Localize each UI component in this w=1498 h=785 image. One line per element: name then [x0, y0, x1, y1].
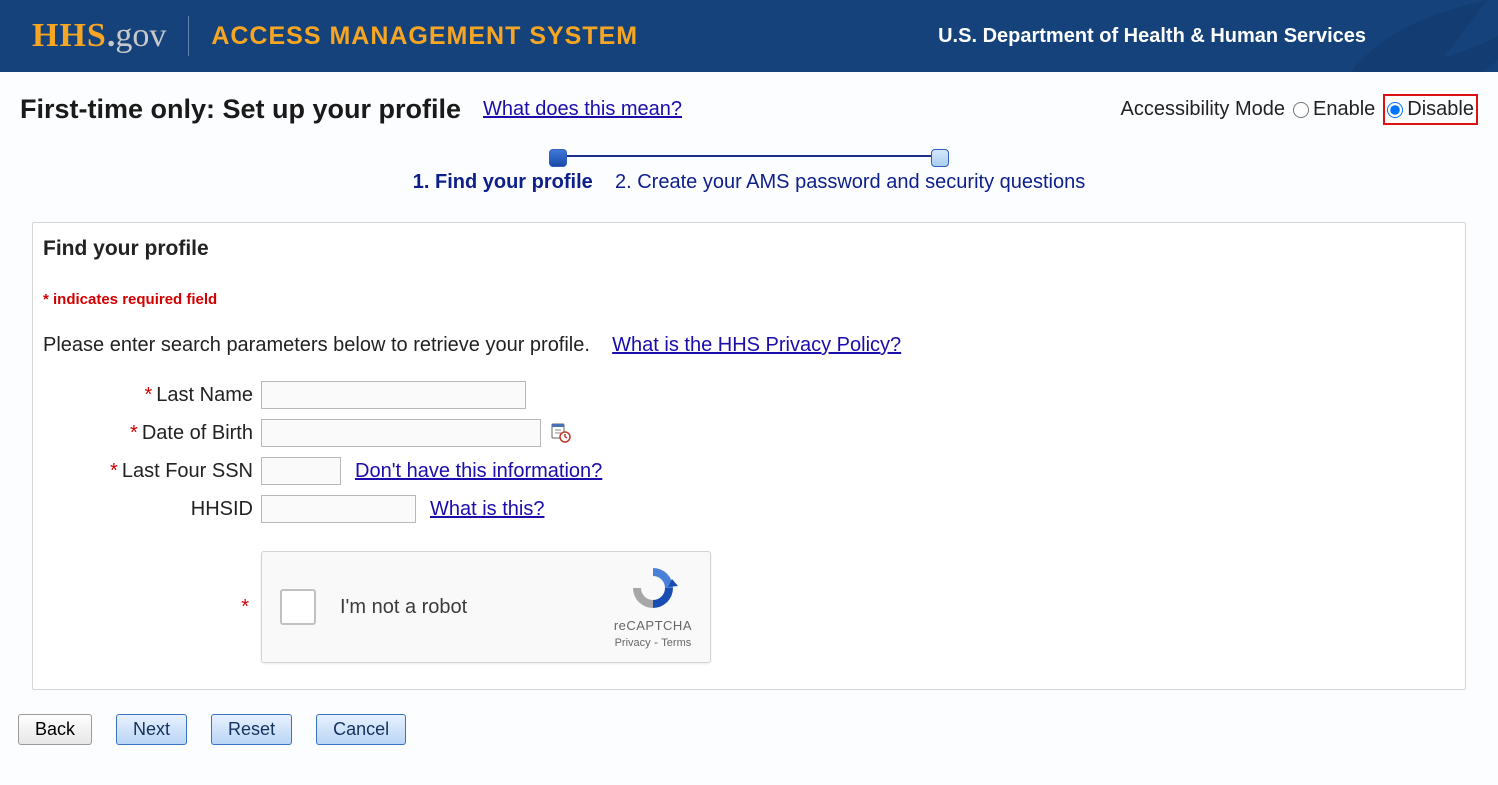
- progress-step-1-label: 1. Find your profile: [413, 171, 593, 193]
- recaptcha-sep: -: [651, 635, 662, 649]
- progress-step-2-node: [931, 149, 949, 167]
- dob-row: *Date of Birth: [51, 419, 1455, 447]
- dob-input[interactable]: [261, 419, 541, 447]
- accessibility-disable-radio[interactable]: [1387, 102, 1403, 118]
- reset-button[interactable]: Reset: [211, 714, 292, 745]
- cancel-button[interactable]: Cancel: [316, 714, 406, 745]
- header-separator: [188, 16, 189, 56]
- hhsid-input[interactable]: [261, 495, 416, 523]
- logo-dot: .: [107, 17, 116, 55]
- recaptcha-checkbox[interactable]: [280, 589, 316, 625]
- last-name-label: Last Name: [156, 384, 253, 406]
- next-button[interactable]: Next: [116, 714, 187, 745]
- calendar-icon[interactable]: [551, 423, 571, 443]
- logo-gov: gov: [115, 17, 166, 55]
- recaptcha-terms-link[interactable]: Terms: [661, 637, 691, 649]
- header-eagle-art: [1328, 0, 1498, 72]
- hhsid-label: HHSID: [191, 498, 253, 520]
- ssn-input[interactable]: [261, 457, 341, 485]
- required-star-icon: *: [241, 596, 249, 618]
- required-star-icon: *: [144, 384, 152, 406]
- accessibility-enable-option[interactable]: Enable: [1291, 96, 1377, 123]
- ssn-label-wrap: *Last Four SSN: [51, 460, 261, 483]
- recaptcha-label: I'm not a robot: [340, 596, 614, 619]
- accessibility-disable-text: Disable: [1407, 98, 1474, 121]
- recaptcha-badge: reCAPTCHA Privacy - Terms: [614, 565, 692, 649]
- hhsid-row: HHSID What is this?: [51, 495, 1455, 523]
- department-name: U.S. Department of Health & Human Servic…: [938, 25, 1366, 48]
- ssn-label: Last Four SSN: [122, 460, 253, 482]
- progress-tracker: 1. Find your profile 2. Create your AMS …: [0, 149, 1498, 194]
- accessibility-enable-text: Enable: [1313, 98, 1375, 121]
- captcha-row: * I'm not a robot reCAPTCHA Privacy - Te…: [51, 551, 1455, 663]
- recaptcha-brand: reCAPTCHA: [614, 618, 692, 633]
- progress-step-labels: 1. Find your profile 2. Create your AMS …: [0, 171, 1498, 194]
- progress-line: [557, 155, 941, 157]
- recaptcha-widget: I'm not a robot reCAPTCHA Privacy - Term…: [261, 551, 711, 663]
- instruction-text: Please enter search parameters below to …: [43, 334, 590, 356]
- last-name-label-wrap: *Last Name: [51, 384, 261, 407]
- required-star-icon: *: [130, 422, 138, 444]
- action-buttons: Back Next Reset Cancel: [18, 714, 1498, 745]
- recaptcha-logo-icon: [628, 565, 678, 611]
- dob-label-wrap: *Date of Birth: [51, 422, 261, 445]
- required-field-note: * indicates required field: [43, 291, 1455, 308]
- find-profile-panel: Find your profile * indicates required f…: [32, 222, 1466, 690]
- captcha-label-wrap: *: [51, 596, 261, 619]
- page-title: First-time only: Set up your profile: [20, 94, 461, 125]
- recaptcha-links: Privacy - Terms: [614, 635, 692, 649]
- accessibility-mode-label: Accessibility Mode: [1121, 98, 1286, 121]
- system-title: ACCESS MANAGEMENT SYSTEM: [211, 22, 638, 51]
- panel-title: Find your profile: [43, 237, 1455, 261]
- dob-label: Date of Birth: [142, 422, 253, 444]
- last-name-row: *Last Name: [51, 381, 1455, 409]
- required-star-icon: *: [110, 460, 118, 482]
- ssn-row: *Last Four SSN Don't have this informati…: [51, 457, 1455, 485]
- hhsid-help-link[interactable]: What is this?: [430, 498, 544, 521]
- hhsid-label-wrap: HHSID: [51, 498, 261, 521]
- progress-bar: [549, 149, 949, 163]
- accessibility-disable-option[interactable]: Disable: [1383, 94, 1478, 125]
- accessibility-mode-group: Accessibility Mode Enable Disable: [1121, 94, 1479, 125]
- privacy-policy-link[interactable]: What is the HHS Privacy Policy?: [612, 334, 901, 356]
- logo-hhs: HHS: [32, 17, 107, 55]
- progress-step-2-label: 2. Create your AMS password and security…: [615, 171, 1085, 193]
- page-header-row: First-time only: Set up your profile Wha…: [0, 72, 1498, 131]
- last-name-input[interactable]: [261, 381, 526, 409]
- header-bar: HHS.gov ACCESS MANAGEMENT SYSTEM U.S. De…: [0, 0, 1498, 72]
- panel-instruction: Please enter search parameters below to …: [43, 334, 1455, 357]
- profile-form: *Last Name *Date of Birth: [43, 381, 1455, 663]
- recaptcha-privacy-link[interactable]: Privacy: [615, 637, 651, 649]
- ssn-help-link[interactable]: Don't have this information?: [355, 460, 602, 483]
- back-button[interactable]: Back: [18, 714, 92, 745]
- what-does-this-mean-link[interactable]: What does this mean?: [483, 98, 682, 121]
- accessibility-enable-radio[interactable]: [1293, 102, 1309, 118]
- progress-step-1-node: [549, 149, 567, 167]
- site-logo[interactable]: HHS.gov: [32, 17, 166, 55]
